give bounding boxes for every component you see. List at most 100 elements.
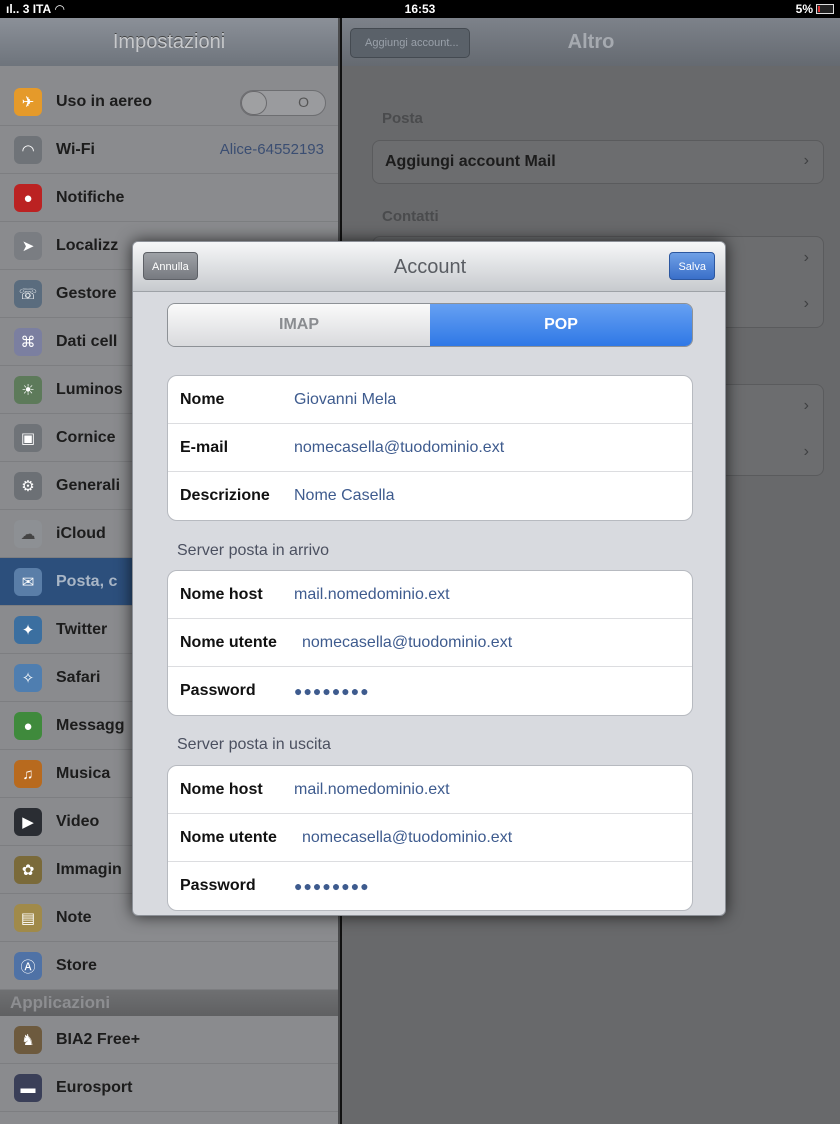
- incoming-host-field[interactable]: mail.nomedominio.ext: [294, 586, 450, 604]
- notes-icon: ▤: [14, 904, 42, 932]
- sidebar-item-label: iCloud: [56, 524, 106, 542]
- sidebar-item-label: Uso in aereo: [56, 92, 153, 110]
- outgoing-host-row[interactable]: Nome host mail.nomedominio.ext: [168, 766, 692, 814]
- sidebar-item-label: Generali: [56, 476, 121, 494]
- tab-imap[interactable]: IMAP: [168, 304, 430, 346]
- toggle-knob: [241, 91, 267, 115]
- sidebar-item-label: Safari: [56, 668, 101, 686]
- sidebar-item-store[interactable]: Ⓐ Store: [0, 942, 338, 990]
- add-mail-account-row[interactable]: Aggiungi account Mail ›: [372, 140, 824, 184]
- outgoing-host-label: Nome host: [180, 781, 263, 798]
- battery-indicator: 5%: [796, 2, 834, 16]
- sidebar-item-notifications[interactable]: ● Notifiche: [0, 174, 338, 222]
- twitter-icon: ✦: [14, 616, 42, 644]
- sidebar-item-label: BIA2 Free+: [56, 1030, 141, 1048]
- chevron-right-icon: ›: [803, 443, 809, 460]
- sidebar-item-label: Messagg: [56, 716, 125, 734]
- incoming-username-field[interactable]: nomecasella@tuodominio.ext: [302, 634, 512, 652]
- modal-title: Account: [393, 256, 467, 278]
- clock: 16:53: [404, 2, 436, 16]
- video-icon: ▶: [14, 808, 42, 836]
- outgoing-username-row[interactable]: Nome utente nomecasella@tuodominio.ext: [168, 814, 692, 862]
- chevron-right-icon: ›: [803, 152, 809, 169]
- sidebar-title: Impostazioni: [0, 18, 338, 66]
- incoming-server-group: Nome host mail.nomedominio.ext Nome uten…: [167, 570, 693, 716]
- sidebar-item-bia2[interactable]: ♞ BIA2 Free+: [0, 1016, 338, 1064]
- sidebar-item-label: Cornice: [56, 428, 116, 446]
- status-bar: ıl.. 3 ITA ◠ 16:53 5%: [0, 0, 840, 18]
- gear-icon: ⚙: [14, 472, 42, 500]
- outgoing-password-row[interactable]: Password ●●●●●●●●: [168, 862, 692, 910]
- email-row[interactable]: E-mail nomecasella@tuodominio.ext: [168, 424, 692, 472]
- apps-section-header: Applicazioni: [0, 990, 338, 1016]
- account-modal: Annulla Account Salva IMAP POP Nome Giov…: [132, 241, 726, 916]
- location-icon: ➤: [14, 232, 42, 260]
- account-info-group: Nome Giovanni Mela E-mail nomecasella@tu…: [167, 375, 693, 521]
- store-icon: Ⓐ: [14, 952, 42, 980]
- brightness-icon: ☀: [14, 376, 42, 404]
- sidebar-item-airplane[interactable]: ✈ Uso in aereo O: [0, 78, 338, 126]
- incoming-password-row[interactable]: Password ●●●●●●●●: [168, 667, 692, 715]
- protocol-segmented-control: IMAP POP: [167, 303, 693, 347]
- incoming-host-label: Nome host: [180, 586, 263, 603]
- sidebar-item-label: Localizz: [56, 236, 119, 254]
- wifi-icon: ◠: [14, 136, 42, 164]
- name-field[interactable]: Giovanni Mela: [294, 391, 396, 409]
- outgoing-username-label: Nome utente: [180, 829, 277, 846]
- sidebar-item-label: Musica: [56, 764, 111, 782]
- outgoing-host-field[interactable]: mail.nomedominio.ext: [294, 781, 450, 799]
- contatti-section-label: Contatti: [382, 208, 439, 225]
- sidebar-item-label: Immagin: [56, 860, 122, 878]
- sidebar-item-label: Note: [56, 908, 92, 926]
- name-label: Nome: [180, 391, 225, 408]
- description-field[interactable]: Nome Casella: [294, 487, 394, 505]
- bia2-app-icon: ♞: [14, 1026, 42, 1054]
- sidebar-item-label: Store: [56, 956, 97, 974]
- photos-icon: ✿: [14, 856, 42, 884]
- toggle-off-label: O: [298, 94, 309, 110]
- detail-title: Altro: [567, 31, 615, 53]
- sidebar-item-eurosport[interactable]: ▬ Eurosport: [0, 1064, 338, 1112]
- picture-frame-icon: ▣: [14, 424, 42, 452]
- incoming-host-row[interactable]: Nome host mail.nomedominio.ext: [168, 571, 692, 619]
- airplane-icon: ✈: [14, 88, 42, 116]
- modal-nav-bar: Annulla Account Salva: [133, 242, 725, 292]
- sidebar-item-label: Notifiche: [56, 188, 125, 206]
- safari-icon: ✧: [14, 664, 42, 692]
- description-row[interactable]: Descrizione Nome Casella: [168, 472, 692, 520]
- carrier-icon: ☏: [14, 280, 42, 308]
- cloud-icon: ☁: [14, 520, 42, 548]
- sidebar-item-wifi[interactable]: ◠ Wi-Fi Alice-64552193: [0, 126, 338, 174]
- eurosport-app-icon: ▬: [14, 1074, 42, 1102]
- tab-pop[interactable]: POP: [430, 304, 692, 346]
- incoming-username-label: Nome utente: [180, 634, 277, 651]
- messages-icon: ●: [14, 712, 42, 740]
- chevron-right-icon: ›: [803, 295, 809, 312]
- battery-icon: [816, 4, 834, 14]
- save-button[interactable]: Salva: [669, 252, 715, 280]
- detail-nav-bar: Aggiungi account... Altro: [342, 18, 840, 66]
- sidebar-item-label: Posta, c: [56, 572, 118, 590]
- sidebar-item-label: Gestore: [56, 284, 117, 302]
- outgoing-password-field[interactable]: ●●●●●●●●: [294, 878, 370, 894]
- sidebar-item-label: Video: [56, 812, 100, 830]
- outgoing-username-field[interactable]: nomecasella@tuodominio.ext: [302, 829, 512, 847]
- sidebar-item-label: Wi-Fi: [56, 140, 95, 158]
- sidebar-item-label: Twitter: [56, 620, 108, 638]
- battery-percent: 5%: [795, 2, 813, 16]
- email-field[interactable]: nomecasella@tuodominio.ext: [294, 439, 504, 457]
- posta-section-label: Posta: [382, 110, 423, 127]
- name-row[interactable]: Nome Giovanni Mela: [168, 376, 692, 424]
- description-label: Descrizione: [180, 487, 270, 504]
- cellular-icon: ⌘: [14, 328, 42, 356]
- outgoing-server-group: Nome host mail.nomedominio.ext Nome uten…: [167, 765, 693, 911]
- sidebar-item-label: Dati cell: [56, 332, 118, 350]
- notifications-icon: ●: [14, 184, 42, 212]
- incoming-password-field[interactable]: ●●●●●●●●: [294, 683, 370, 699]
- airplane-toggle[interactable]: O: [240, 90, 326, 116]
- incoming-server-header: Server posta in arrivo: [177, 542, 330, 559]
- incoming-username-row[interactable]: Nome utente nomecasella@tuodominio.ext: [168, 619, 692, 667]
- add-mail-account-label: Aggiungi account Mail: [385, 153, 556, 170]
- email-label: E-mail: [180, 439, 229, 456]
- chevron-right-icon: ›: [803, 397, 809, 414]
